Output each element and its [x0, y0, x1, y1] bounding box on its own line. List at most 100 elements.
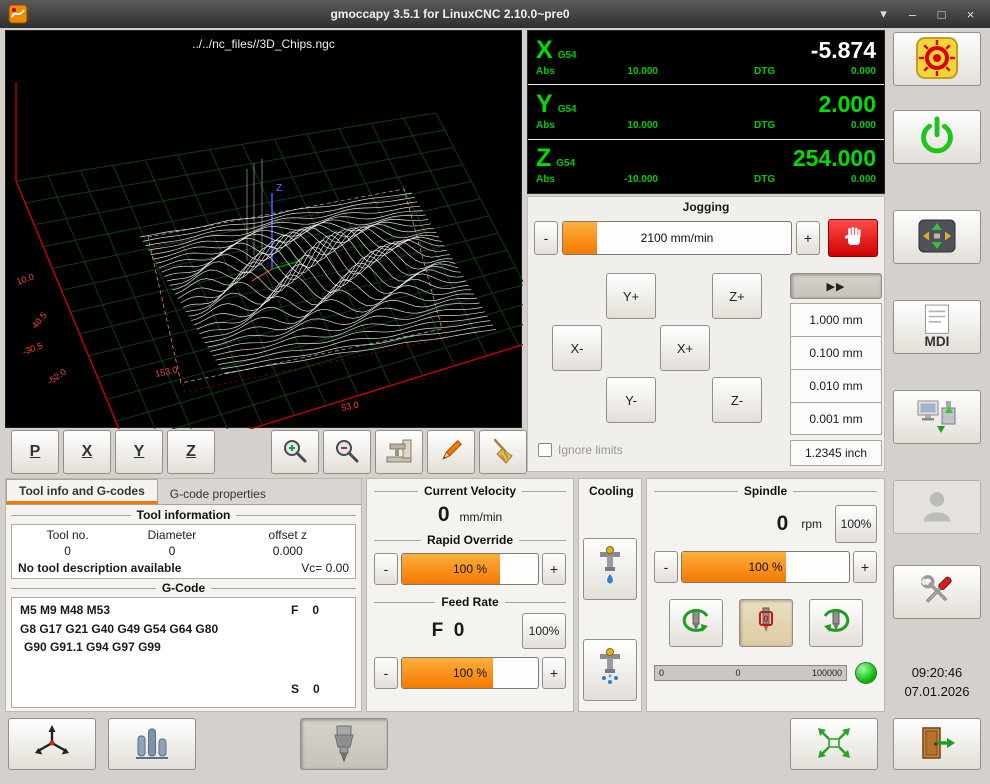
view-perspective-button[interactable]: P — [11, 430, 59, 474]
keypad-icon — [915, 217, 959, 258]
spindle-bar-max: 100000 — [812, 668, 842, 678]
exit-button[interactable] — [893, 718, 981, 770]
axis-tick: 40.5 — [30, 310, 49, 330]
flood-coolant-button[interactable] — [583, 538, 637, 600]
dro-z-dtg-label: DTG — [754, 174, 790, 185]
axis-tick: 10.0 — [15, 271, 35, 286]
tool-information-box: Tool no. Diameter offset z 0 0 0.000 No … — [11, 524, 356, 579]
dro-x-letter: X — [536, 38, 553, 63]
estop-button[interactable] — [893, 32, 981, 86]
jog-increment-item[interactable]: 0.100 mm — [790, 336, 882, 369]
shade-button[interactable]: ▾ — [872, 6, 895, 22]
preview-toolbar: P X Y Z — [5, 430, 522, 476]
tab-gcode-properties[interactable]: G-code properties — [158, 483, 278, 504]
turtle-jog-button[interactable] — [828, 219, 878, 257]
gcode-preview[interactable]: ../../nc_files//3D_Chips.ngc 10.0 40.5 -… — [5, 30, 522, 428]
feed-reset-button[interactable]: 100% — [522, 613, 566, 649]
jog-speed-slider[interactable]: 2100 mm/min — [562, 221, 792, 255]
feed-value: 0 — [454, 620, 465, 641]
zoom-in-button[interactable] — [271, 430, 319, 474]
rapid-plus-button[interactable]: + — [542, 553, 566, 585]
val-diameter: 0 — [117, 544, 226, 558]
mdi-icon: MDI — [915, 303, 959, 352]
jog-increment-item[interactable]: 0.001 mm — [790, 402, 882, 435]
rapid-minus-button[interactable]: - — [374, 553, 398, 585]
machine-on-button[interactable] — [893, 110, 981, 164]
tool-path-view-button[interactable] — [375, 430, 423, 474]
feed-override-slider[interactable]: 100 % — [401, 657, 539, 689]
spindle-ccw-button[interactable] — [669, 599, 723, 647]
mist-coolant-button[interactable] — [583, 639, 637, 701]
mist-icon — [594, 648, 626, 693]
view-z-button[interactable]: Z — [167, 430, 215, 474]
minimize-button[interactable]: – — [901, 7, 924, 22]
s-word-value: 0 — [313, 682, 320, 696]
dro-axis-y[interactable]: Y G54 2.000 Abs 10.000 DTG 0.000 — [528, 84, 884, 138]
maximize-button[interactable]: □ — [930, 7, 953, 22]
dro-x-abs-label: Abs — [536, 66, 572, 77]
tool-change-button[interactable] — [300, 718, 388, 770]
feed-minus-button[interactable]: - — [374, 657, 398, 689]
dro-z-dtg-value: 0.000 — [790, 174, 876, 185]
gcode-line: M5 M9 M48 M53 — [20, 601, 291, 620]
dimensions-button[interactable] — [427, 430, 475, 474]
mdi-mode-button[interactable]: MDI — [893, 300, 981, 354]
spindle-stop-button[interactable]: 0 — [739, 599, 793, 647]
window-title: gmoccapy 3.5.1 for LinuxCNC 2.10.0~pre0 — [34, 7, 866, 21]
spindle-minus-button[interactable]: - — [654, 551, 678, 583]
dro-z-abs-label: Abs — [536, 174, 572, 185]
velocity-panel: Current Velocity 0 mm/min Rapid Override… — [366, 478, 574, 712]
dro-z-system: G54 — [556, 158, 575, 169]
view-z-label: Z — [186, 443, 196, 461]
expand-arrows-icon — [814, 725, 854, 764]
col-tool-no: Tool no. — [18, 528, 117, 542]
ignore-limits-checkbox[interactable]: Ignore limits — [538, 443, 623, 457]
view-y-button[interactable]: Y — [115, 430, 163, 474]
axis-tick: -52.0 — [45, 367, 68, 387]
jog-z-minus-button[interactable]: Z- — [712, 377, 762, 423]
user-icon — [917, 486, 957, 529]
cooling-panel: Cooling — [578, 478, 642, 712]
preview-canvas[interactable]: 10.0 40.5 -30.5 -52.0 153.0 53.0 Z — [6, 31, 523, 429]
spindle-override-slider[interactable]: 100 % — [681, 551, 850, 583]
jog-x-minus-button[interactable]: X- — [552, 325, 602, 371]
jog-x-plus-button[interactable]: X+ — [660, 325, 710, 371]
feed-plus-button[interactable]: + — [542, 657, 566, 689]
jog-z-plus-button[interactable]: Z+ — [712, 273, 762, 319]
fullscreen-button[interactable] — [790, 718, 878, 770]
jog-y-minus-button[interactable]: Y- — [606, 377, 656, 423]
tool-description: No tool description available — [18, 561, 181, 575]
jog-increment-item[interactable]: 0.010 mm — [790, 369, 882, 402]
close-button[interactable]: × — [959, 7, 982, 22]
spindle-plus-button[interactable]: + — [853, 551, 877, 583]
dro-axis-x[interactable]: X G54 -5.874 Abs 10.000 DTG 0.000 — [528, 31, 884, 84]
settings-button[interactable] — [893, 565, 981, 619]
jog-mode-button[interactable] — [893, 210, 981, 264]
dro-x-abs-value: 10.000 — [572, 66, 658, 77]
jog-y-plus-button[interactable]: Y+ — [606, 273, 656, 319]
user-tab-button[interactable] — [893, 480, 981, 534]
gcode-title: G-Code — [11, 581, 356, 595]
jog-increment-item[interactable]: 1.2345 inch — [790, 440, 882, 466]
jog-speed-minus-button[interactable]: - — [534, 221, 558, 255]
spindle-reset-button[interactable]: 100% — [835, 505, 877, 543]
view-x-button[interactable]: X — [63, 430, 111, 474]
ignore-limits-label: Ignore limits — [558, 443, 623, 457]
clear-plot-button[interactable] — [479, 430, 527, 474]
zoom-out-button[interactable] — [323, 430, 371, 474]
tool-measure-button[interactable] — [108, 718, 196, 770]
val-tool-no: 0 — [18, 544, 117, 558]
jog-speed-plus-button[interactable]: + — [796, 221, 820, 255]
dro-axis-z[interactable]: Z G54 254.000 Abs -10.000 DTG 0.000 — [528, 139, 884, 193]
spindle-cw-button[interactable] — [809, 599, 863, 647]
jog-rapid-button[interactable]: ▶▶ — [790, 273, 882, 299]
jog-increment-item[interactable]: 1.000 mm — [790, 303, 882, 336]
load-file-button[interactable] — [893, 390, 981, 444]
tab-tool-info[interactable]: Tool info and G-codes — [6, 479, 158, 504]
app-icon[interactable] — [8, 4, 28, 24]
f-word-label: F — [291, 603, 298, 617]
spindle-override-value: 100 % — [682, 552, 849, 582]
touch-off-button[interactable] — [8, 718, 96, 770]
val-offset-z: 0.000 — [227, 544, 349, 558]
rapid-override-slider[interactable]: 100 % — [401, 553, 539, 585]
